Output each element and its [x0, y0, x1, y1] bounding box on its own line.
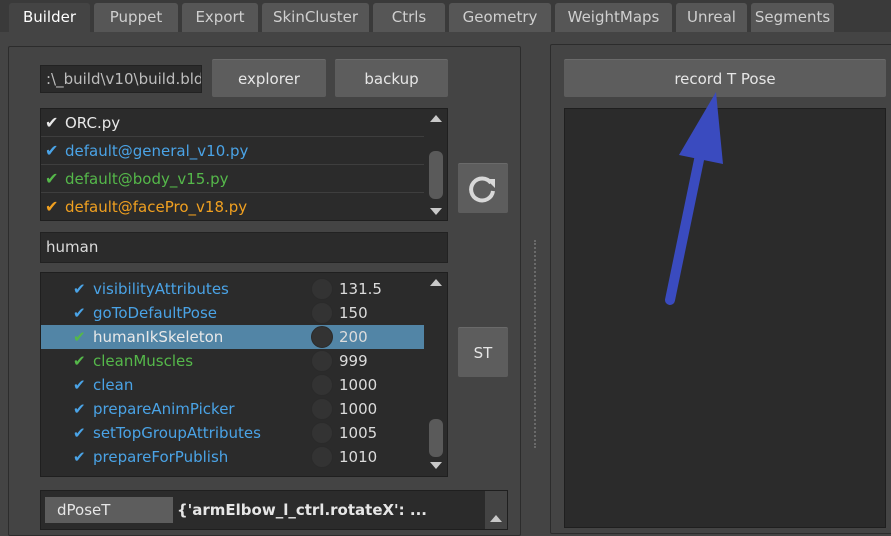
annotation-arrow [665, 92, 723, 305]
